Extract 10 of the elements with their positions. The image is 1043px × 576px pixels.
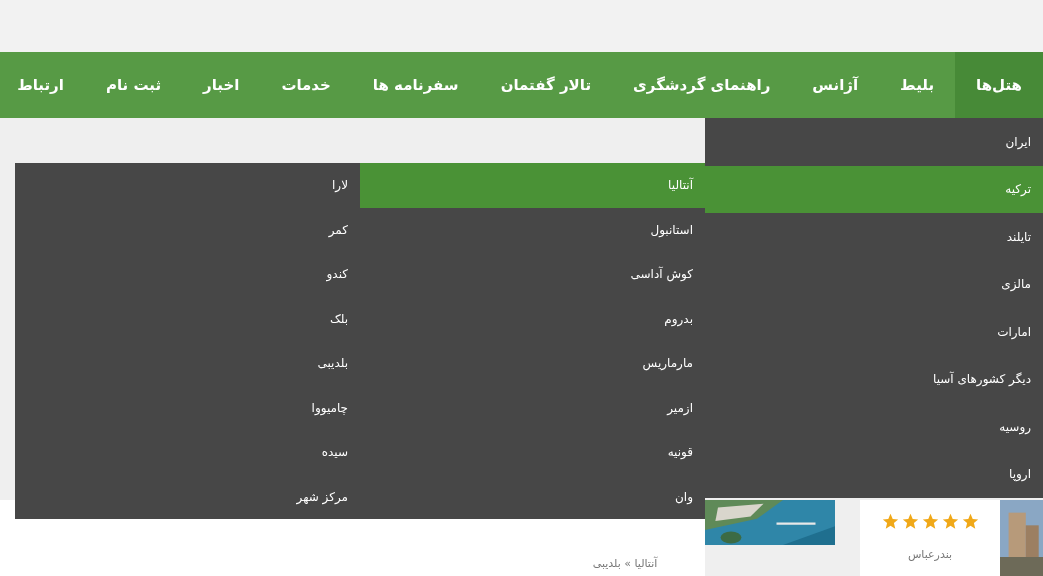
menu-item[interactable]: آنتالیا (360, 163, 705, 208)
card-caption: آنتالیا » بلدیبی (592, 555, 658, 572)
star-icon (901, 512, 919, 530)
nav-link[interactable]: هتل‌ها (955, 52, 1043, 118)
star-icon (881, 512, 899, 530)
star-icon (961, 512, 979, 530)
star-icon (941, 512, 959, 530)
menu-item[interactable]: ترکیه (705, 165, 1043, 213)
star-icon (921, 512, 939, 530)
card-caption: بندرعباس (907, 546, 953, 563)
